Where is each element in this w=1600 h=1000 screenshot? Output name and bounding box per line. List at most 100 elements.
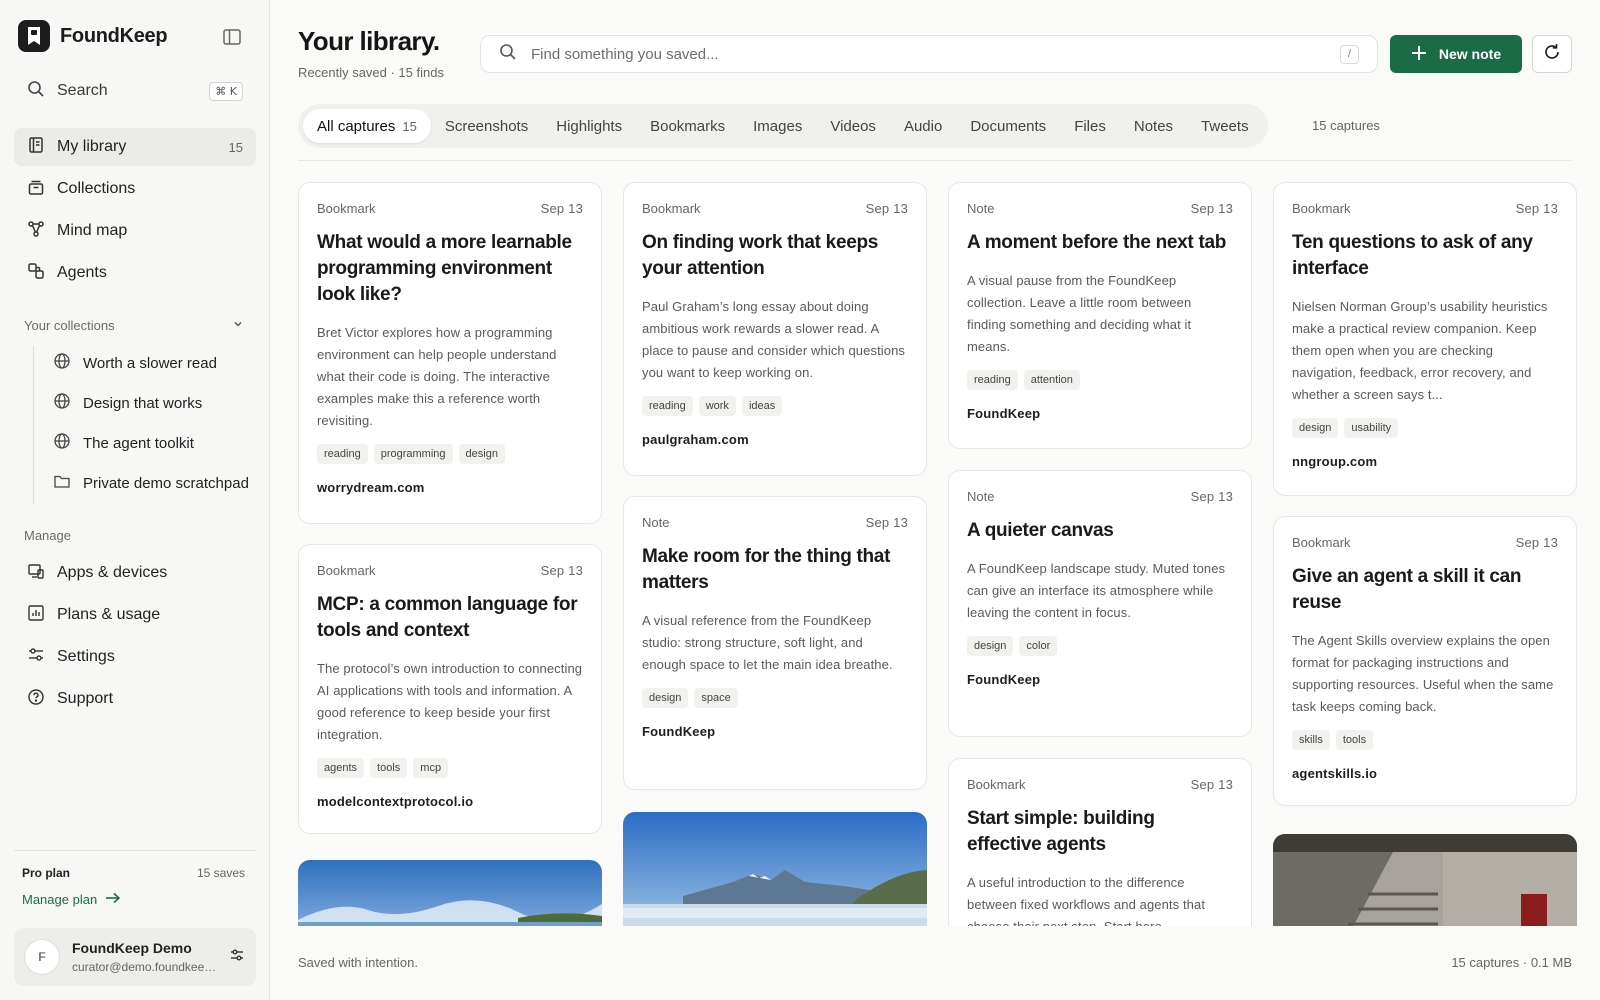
card-date: Sep 13 <box>865 201 908 216</box>
card-description: A visual pause from the FoundKeep collec… <box>967 273 1192 354</box>
tab-screenshots[interactable]: Screenshots <box>431 109 542 143</box>
sidebar-item-mind-map[interactable]: Mind map <box>14 212 256 250</box>
tag[interactable]: skills <box>1292 730 1330 750</box>
tag[interactable]: reading <box>967 370 1018 390</box>
tag[interactable]: design <box>642 688 689 708</box>
tag[interactable]: usability <box>1344 418 1399 438</box>
tag[interactable]: work <box>698 396 736 416</box>
tag[interactable]: reading <box>317 444 368 464</box>
new-note-button[interactable]: New note <box>1390 35 1522 73</box>
tag[interactable]: agents <box>317 758 365 778</box>
user-name: FoundKeep Demo <box>72 940 192 956</box>
sidebar-item-plans-usage[interactable]: Plans & usage <box>14 596 256 634</box>
chart-icon <box>27 604 45 627</box>
sidebar-item-settings[interactable]: Settings <box>14 638 256 676</box>
card-date: Sep 13 <box>540 563 583 578</box>
image-capture-coast[interactable] <box>298 860 602 926</box>
user-settings-icon[interactable] <box>228 946 246 969</box>
capture-card[interactable]: Bookmark Sep 13 Start simple: building ef… <box>948 758 1252 926</box>
capture-card[interactable]: Bookmark Sep 13 Ten questions to ask of a… <box>1273 182 1577 496</box>
tag[interactable]: design <box>967 636 1014 656</box>
tag[interactable]: tools <box>1335 730 1374 750</box>
sliders-icon <box>27 646 45 669</box>
app-name: FoundKeep <box>60 24 168 47</box>
staircase-image <box>1273 834 1577 926</box>
tab-all-captures[interactable]: All captures 15 <box>303 109 431 143</box>
page-subtitle: Recently saved · 15 finds <box>298 65 444 80</box>
capture-card[interactable]: Bookmark Sep 13 Give an agent a skill it … <box>1273 516 1577 806</box>
user-card[interactable]: F FoundKeep Demo curator@demo.foundkeep.… <box>14 928 256 986</box>
image-capture-mountain-lake[interactable] <box>623 812 927 926</box>
plan-name: Pro plan <box>22 866 71 880</box>
collections-heading[interactable]: Your collections <box>24 318 244 333</box>
collection-the-agent-toolkit[interactable]: The agent toolkit <box>50 425 256 461</box>
tab-tweets[interactable]: Tweets <box>1187 109 1263 143</box>
tag[interactable]: design <box>1292 418 1339 438</box>
tag[interactable]: space <box>694 688 738 708</box>
captures-count: 15 captures <box>1312 118 1380 133</box>
brand[interactable]: FoundKeep <box>18 20 168 52</box>
sidebar-item-label: Plans & usage <box>57 606 161 623</box>
sidebar-item-apps-devices[interactable]: Apps & devices <box>14 554 256 592</box>
capture-card[interactable]: Note Sep 13 A moment before the next tab … <box>948 182 1252 449</box>
tab-videos[interactable]: Videos <box>816 109 890 143</box>
manage-plan-link[interactable]: Manage plan <box>22 892 121 907</box>
sidebar-item-label: Collections <box>57 180 136 197</box>
capture-card[interactable]: Note Sep 13 Make room for the thing that … <box>623 496 927 790</box>
card-type: Bookmark <box>317 201 376 216</box>
capture-card[interactable]: Note Sep 13 A quieter canvas A FoundKeep … <box>948 470 1252 737</box>
library-icon <box>27 136 45 159</box>
search-shortcut: ⌘ K <box>209 81 243 101</box>
card-description: The Agent Skills overview explains the o… <box>1292 633 1554 714</box>
help-icon <box>27 688 45 711</box>
tag[interactable]: mcp <box>413 758 449 778</box>
card-source: FoundKeep <box>642 724 716 739</box>
image-capture-staircase[interactable] <box>1273 834 1577 926</box>
sidebar-item-label: Mind map <box>57 222 128 239</box>
tag[interactable]: ideas <box>741 396 783 416</box>
card-date: Sep 13 <box>1190 489 1233 504</box>
tab-notes[interactable]: Notes <box>1120 109 1187 143</box>
sidebar-item-collections[interactable]: Collections <box>14 170 256 208</box>
tab-bookmarks[interactable]: Bookmarks <box>636 109 739 143</box>
tag[interactable]: reading <box>642 396 693 416</box>
search-input[interactable]: Find something you saved... <box>531 46 1340 63</box>
footer-stats: 15 captures · 0.1 MB <box>1451 955 1572 970</box>
card-description: A visual reference from the FoundKeep st… <box>642 613 893 672</box>
library-search[interactable]: Find something you saved... / <box>480 35 1378 73</box>
foundkeep-logo-icon <box>18 20 50 52</box>
tag[interactable]: color <box>1019 636 1058 656</box>
card-description: Nielsen Norman Group’s usability heurist… <box>1292 299 1548 402</box>
tab-highlights[interactable]: Highlights <box>542 109 636 143</box>
tab-images[interactable]: Images <box>739 109 816 143</box>
tab-documents[interactable]: Documents <box>956 109 1060 143</box>
tab-audio[interactable]: Audio <box>890 109 956 143</box>
collection-design-that-works[interactable]: Design that works <box>50 385 256 421</box>
sidebar-item-my-library[interactable]: My library 15 <box>14 128 256 166</box>
collection-worth-a-slower-read[interactable]: Worth a slower read <box>50 345 256 381</box>
tag[interactable]: programming <box>373 444 453 464</box>
sidebar-search[interactable]: Search ⌘ K <box>14 74 256 108</box>
sidebar-toggle-icon[interactable] <box>222 27 242 47</box>
sidebar-item-support[interactable]: Support <box>14 680 256 718</box>
card-title: A moment before the next tab <box>967 232 1227 253</box>
tag[interactable]: attention <box>1023 370 1080 390</box>
capture-card[interactable]: Bookmark Sep 13 MCP: a common language fo… <box>298 544 602 834</box>
card-date: Sep 13 <box>1190 201 1233 216</box>
tag[interactable]: design <box>458 444 505 464</box>
refresh-button[interactable] <box>1532 35 1572 73</box>
devices-icon <box>27 562 45 585</box>
globe-icon <box>53 352 71 374</box>
capture-card[interactable]: Bookmark Sep 13 What would a more learnab… <box>298 182 602 524</box>
card-tags: design usability <box>1292 418 1558 438</box>
sidebar-item-agents[interactable]: Agents <box>14 254 256 292</box>
library-count: 15 <box>228 139 243 155</box>
tab-files[interactable]: Files <box>1060 109 1120 143</box>
globe-icon <box>53 392 71 414</box>
sidebar-divider <box>14 850 256 851</box>
sidebar: FoundKeep Search ⌘ K My library 15 Colle… <box>0 0 270 1000</box>
collections-icon <box>27 178 45 201</box>
collection-private-demo-scratchpad[interactable]: Private demo scratchpad <box>50 465 256 501</box>
capture-card[interactable]: Bookmark Sep 13 On finding work that keep… <box>623 182 927 476</box>
tag[interactable]: tools <box>370 758 408 778</box>
